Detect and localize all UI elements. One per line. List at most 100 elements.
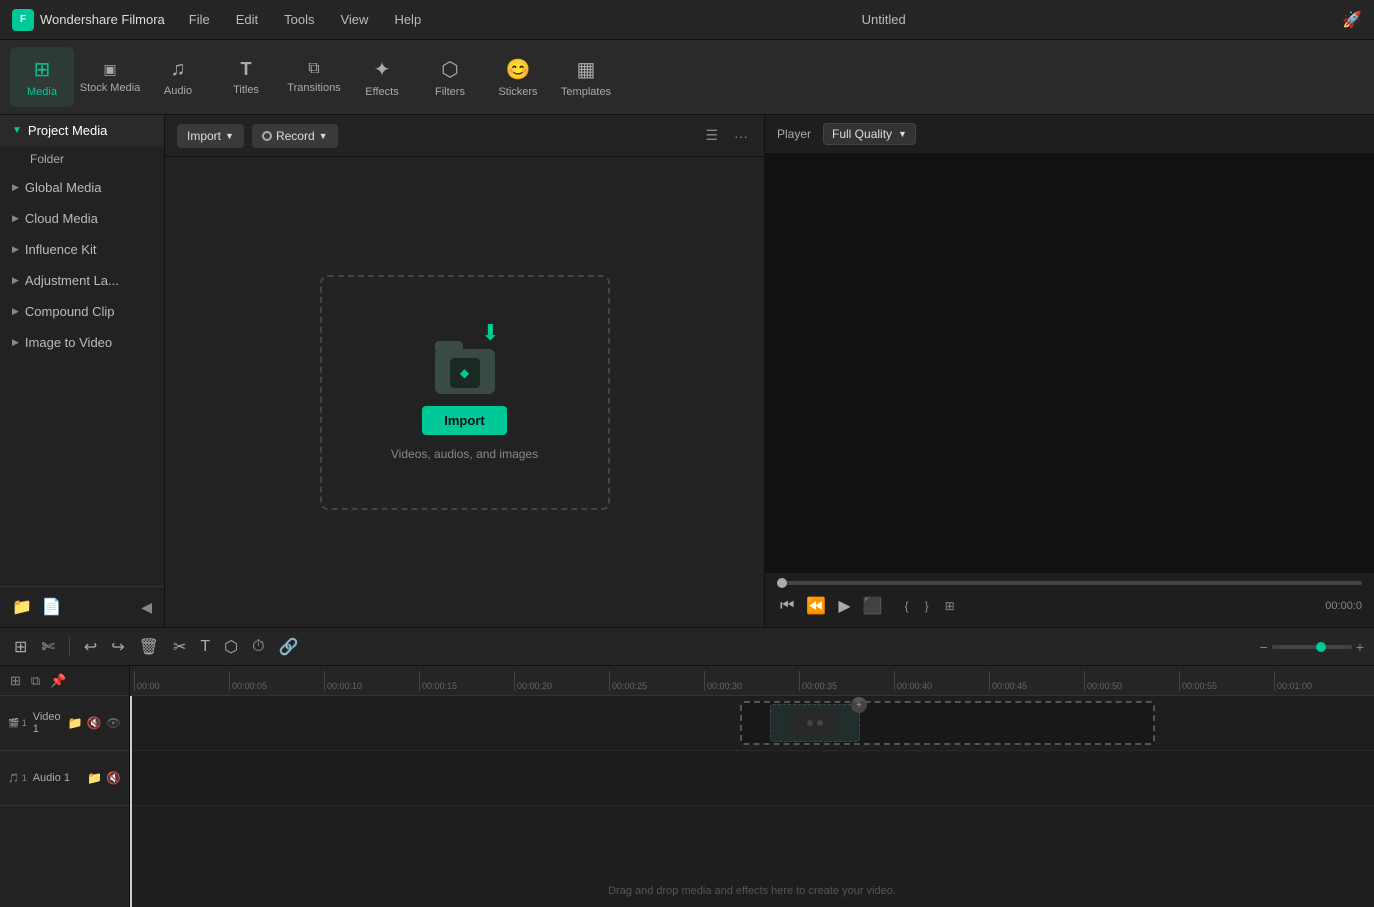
import-button[interactable]: Import ▼	[177, 124, 244, 148]
ruler-mark-8: 00:00:40	[894, 671, 989, 691]
add-folder-icon[interactable]: 📁	[12, 597, 32, 617]
timeline-delete-button[interactable]: 🗑	[135, 633, 163, 661]
player-progress-thumb	[777, 578, 787, 588]
player-quality-selector[interactable]: Full Quality ▼	[823, 123, 916, 145]
media-toolbar: Import ▼ Record ▼ ☰ ···	[165, 115, 764, 157]
player-quality-value: Full Quality	[832, 127, 892, 141]
video-track-folder-icon[interactable]: 📁	[68, 716, 83, 730]
audio-track-row	[130, 751, 1374, 806]
ruler-mark-4: 00:00:20	[514, 671, 609, 691]
timeline-link-button[interactable]: 🔗	[275, 633, 303, 661]
audio-track-icons: 📁 🔇	[87, 771, 121, 785]
sidebar-item-adjustment-layer[interactable]: ▶ Adjustment La...	[0, 265, 164, 296]
toolbar-templates[interactable]: ▦ Templates	[554, 47, 618, 107]
dropzone-import-button[interactable]: Import	[422, 406, 506, 435]
collapse-sidebar-button[interactable]: ◀	[141, 599, 152, 616]
timeline-area: ⊞ ✄ ↩ ↪ 🗑 ✂ T ⬡ ⏱ 🔗 − + ⊞ ⧉ 📌	[0, 627, 1374, 907]
toolbar-stickers[interactable]: 😊 Stickers	[486, 47, 550, 107]
menu-view[interactable]: View	[336, 10, 372, 29]
timeline-undo-button[interactable]: ↩	[80, 633, 101, 661]
toolbar-filters[interactable]: ⬡ Filters	[418, 47, 482, 107]
timeline-zoom-slider[interactable]	[1272, 645, 1352, 649]
sidebar-item-compound-clip[interactable]: ▶ Compound Clip	[0, 296, 164, 327]
logo-icon: F	[12, 9, 34, 31]
cloud-media-arrow: ▶	[12, 213, 19, 224]
ruler-mark-9: 00:00:45	[989, 671, 1084, 691]
audio-track-mute-icon[interactable]: 🔇	[106, 771, 121, 785]
toolbar-audio[interactable]: ♫ Audio	[146, 47, 210, 107]
toolbar-stock-media-label: Stock Media	[80, 82, 141, 94]
rocket-icon[interactable]: 🚀	[1342, 10, 1362, 30]
sidebar-item-image-to-video[interactable]: ▶ Image to Video	[0, 327, 164, 358]
filter-sort-icon[interactable]: ☰	[701, 123, 722, 148]
record-circle-icon	[262, 131, 272, 141]
menu-edit[interactable]: Edit	[232, 10, 262, 29]
audio-icon: ♫	[171, 58, 186, 81]
audio-track-name: Audio 1	[33, 772, 81, 784]
sidebar-compound-clip-label: Compound Clip	[25, 304, 115, 319]
player-mark-in-button[interactable]: {	[900, 597, 914, 615]
toolbar-titles[interactable]: T Titles	[214, 47, 278, 107]
ruler-mark-1: 00:00:05	[229, 671, 324, 691]
zoom-out-icon[interactable]: −	[1260, 639, 1268, 655]
ruler-mark-2: 00:00:10	[324, 671, 419, 691]
sidebar-item-cloud-media[interactable]: ▶ Cloud Media	[0, 203, 164, 234]
media-panel: Import ▼ Record ▼ ☰ ··· ⬇ Import	[165, 115, 764, 627]
global-media-arrow: ▶	[12, 182, 19, 193]
sidebar-item-folder[interactable]: Folder	[0, 146, 164, 172]
timeline-ruler: 00:00 00:00:05 00:00:10 00:00:15 00:00:2…	[130, 666, 1374, 696]
video-track-number: 🎬 1	[8, 718, 27, 729]
stock-media-icon: ▣	[103, 61, 116, 78]
effects-icon: ✦	[374, 57, 391, 82]
player-progress-bar[interactable]	[777, 581, 1362, 585]
sidebar-item-global-media[interactable]: ▶ Global Media	[0, 172, 164, 203]
timeline-speed-button[interactable]: ⏱	[248, 634, 268, 660]
menu-tools[interactable]: Tools	[280, 10, 318, 29]
timeline-cut-button[interactable]: ✂	[169, 633, 190, 661]
sidebar-image-to-video-label: Image to Video	[25, 335, 112, 350]
toolbar-stock-media[interactable]: ▣ Stock Media	[78, 47, 142, 107]
video-track-header: 🎬 1 Video 1 📁 🔇 👁	[0, 696, 129, 751]
ruler-mark-3: 00:00:15	[419, 671, 514, 691]
split-audio-button[interactable]: ⧉	[29, 671, 42, 691]
audio-track-folder-icon[interactable]: 📁	[87, 771, 102, 785]
timeline-track-headers: ⊞ ⧉ 📌 🎬 1 Video 1 📁 🔇 👁 🎵 1	[0, 666, 130, 907]
player-stop-button[interactable]: ⬛	[860, 593, 886, 619]
more-options-icon[interactable]: ···	[730, 124, 752, 148]
pin-button[interactable]: 📌	[48, 671, 68, 691]
media-dropzone: ⬇ Import Videos, audios, and images	[165, 157, 764, 627]
timeline-effects-button[interactable]: ⬡	[220, 633, 242, 661]
add-item-icon[interactable]: 📄	[42, 597, 62, 617]
toolbar-titles-label: Titles	[233, 84, 259, 96]
sidebar-item-project-media[interactable]: ▼ Project Media	[0, 115, 164, 146]
timeline-scene-detect-button[interactable]: ⊞	[10, 633, 31, 661]
zoom-in-icon[interactable]: +	[1356, 639, 1364, 655]
player-play-button[interactable]: ▶	[835, 593, 853, 619]
toolbar-transitions[interactable]: ⧉ Transitions	[282, 47, 346, 107]
templates-icon: ▦	[577, 57, 596, 82]
menu-file[interactable]: File	[185, 10, 214, 29]
menu-help[interactable]: Help	[390, 10, 425, 29]
toolbar-stickers-label: Stickers	[498, 86, 537, 98]
player-fullscreen-button[interactable]: ⊞	[940, 597, 960, 615]
app-title: Untitled	[425, 12, 1342, 27]
ruler-mark-6: 00:00:30	[704, 671, 799, 691]
timeline-silence-detect-button[interactable]: ✄	[37, 633, 58, 661]
toolbar-audio-label: Audio	[164, 85, 192, 97]
player-rewind-button[interactable]: ⏮	[777, 594, 797, 618]
toolbar-media[interactable]: ⊞ Media	[10, 47, 74, 107]
video-track-mute-icon[interactable]: 🔇	[87, 716, 102, 730]
add-track-button[interactable]: ⊞	[8, 671, 23, 691]
timeline-redo-button[interactable]: ↪	[107, 633, 128, 661]
toolbar-effects[interactable]: ✦ Effects	[350, 47, 414, 107]
sidebar-item-influence-kit[interactable]: ▶ Influence Kit	[0, 234, 164, 265]
video-track-visibility-icon[interactable]: 👁	[106, 716, 121, 730]
player-frame-back-button[interactable]: ⏪	[803, 593, 829, 619]
ruler-mark-7: 00:00:35	[799, 671, 894, 691]
sidebar-adjustment-label: Adjustment La...	[25, 273, 119, 288]
quality-dropdown-arrow: ▼	[898, 129, 907, 139]
player-mark-out-button[interactable]: }	[920, 597, 934, 615]
sidebar-bottom: 📁 📄 ◀	[0, 586, 164, 627]
record-button[interactable]: Record ▼	[252, 124, 338, 148]
timeline-text-button[interactable]: T	[196, 634, 214, 660]
